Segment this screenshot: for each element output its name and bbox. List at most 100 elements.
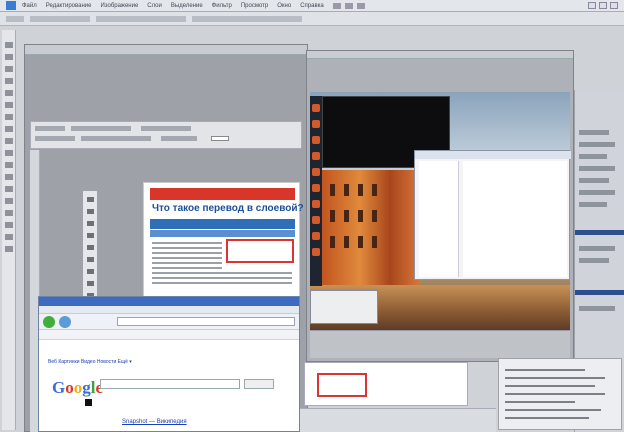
tool-icon[interactable]: [87, 209, 94, 214]
google-tabs[interactable]: Веб Картинки Видео Новости Ещё ▾: [48, 359, 132, 365]
document-titlebar[interactable]: [25, 45, 307, 55]
tool-icon[interactable]: [87, 269, 94, 274]
toolbar-control[interactable]: [35, 126, 65, 131]
window-shape: [358, 184, 363, 196]
panel-row[interactable]: [579, 178, 609, 183]
panel-row[interactable]: [579, 154, 607, 159]
toolbar-icon[interactable]: [356, 2, 365, 9]
address-bar[interactable]: [117, 317, 295, 326]
tool-icon[interactable]: [87, 245, 94, 250]
toolbar-control[interactable]: [35, 136, 75, 141]
tool-icon[interactable]: [5, 246, 13, 252]
menu-item-select[interactable]: Выделение: [171, 3, 203, 9]
app-menubar: Файл Редактирование Изображение Слои Выд…: [0, 0, 624, 12]
toolbar-control[interactable]: [141, 126, 191, 131]
tool-icon[interactable]: [5, 222, 13, 228]
tool-icon[interactable]: [5, 54, 13, 60]
app-icon[interactable]: [312, 184, 320, 192]
toolbar-control[interactable]: [81, 136, 151, 141]
menu-item-filter[interactable]: Фильтр: [212, 3, 232, 9]
menu-item-window[interactable]: Окно: [277, 3, 291, 9]
tool-icon[interactable]: [5, 138, 13, 144]
menu-item-edit[interactable]: Редактирование: [46, 3, 92, 9]
tool-icon[interactable]: [87, 257, 94, 262]
app-icon[interactable]: [312, 136, 320, 144]
toolbar-control[interactable]: [161, 136, 197, 141]
tool-icon[interactable]: [87, 233, 94, 238]
maximize-icon[interactable]: [599, 2, 607, 9]
panel-row[interactable]: [579, 190, 615, 195]
back-icon[interactable]: [43, 316, 55, 328]
tool-icon[interactable]: [5, 150, 13, 156]
app-icon[interactable]: [312, 200, 320, 208]
window-shape: [330, 236, 335, 248]
menu-item-layer[interactable]: Слои: [147, 3, 162, 9]
app-icon[interactable]: [312, 104, 320, 112]
image-titlebar[interactable]: [307, 51, 573, 59]
panel-header[interactable]: [575, 290, 624, 295]
browser-titlebar[interactable]: [39, 297, 299, 306]
window-shape: [372, 210, 377, 222]
explorer-file-list[interactable]: [463, 161, 567, 277]
tool-icon[interactable]: [87, 197, 94, 202]
panel-row[interactable]: [579, 166, 615, 171]
close-icon[interactable]: [610, 2, 618, 9]
panel-row[interactable]: [579, 258, 609, 263]
tool-icon[interactable]: [5, 234, 13, 240]
browser-navbar: [39, 314, 299, 330]
options-field[interactable]: [96, 15, 186, 22]
tool-icon[interactable]: [5, 126, 13, 132]
explorer-titlebar[interactable]: [415, 151, 571, 159]
tool-preset-picker[interactable]: [6, 15, 24, 22]
tool-icon[interactable]: [87, 221, 94, 226]
tool-icon[interactable]: [5, 78, 13, 84]
tool-icon[interactable]: [87, 281, 94, 286]
search-result-link[interactable]: Snapshot — Википедия: [122, 419, 187, 425]
toolbar-field[interactable]: [211, 136, 229, 141]
tool-icon[interactable]: [5, 186, 13, 192]
explorer-folder-tree[interactable]: [419, 161, 459, 277]
panel-header[interactable]: [575, 230, 624, 235]
small-dialog[interactable]: [310, 290, 378, 324]
panel-row[interactable]: [579, 306, 615, 311]
search-button[interactable]: [244, 379, 274, 389]
toolbar-icon[interactable]: [344, 2, 353, 9]
panel-row[interactable]: [579, 142, 615, 147]
forward-icon[interactable]: [59, 316, 71, 328]
tool-icon[interactable]: [5, 114, 13, 120]
tool-icon[interactable]: [5, 162, 13, 168]
layout-app-toolbar: [30, 121, 302, 149]
tool-icon[interactable]: [5, 198, 13, 204]
app-icon[interactable]: [312, 168, 320, 176]
app-icon[interactable]: [312, 152, 320, 160]
panel-row[interactable]: [579, 130, 609, 135]
search-input[interactable]: [100, 379, 240, 389]
app-icon[interactable]: [312, 216, 320, 224]
panel-row[interactable]: [579, 246, 615, 251]
tool-icon[interactable]: [5, 210, 13, 216]
tool-icon[interactable]: [5, 66, 13, 72]
tool-icon[interactable]: [5, 102, 13, 108]
left-tools-strip: [2, 30, 16, 430]
minimize-icon[interactable]: [588, 2, 596, 9]
app-icon[interactable]: [312, 248, 320, 256]
panel-row[interactable]: [579, 202, 607, 207]
menu-item-help[interactable]: Справка: [300, 3, 324, 9]
tool-icon[interactable]: [5, 90, 13, 96]
taskbar-strip: [310, 96, 322, 286]
menu-item-file[interactable]: Файл: [22, 3, 37, 9]
menu-item-image[interactable]: Изображение: [100, 3, 138, 9]
options-field[interactable]: [192, 15, 302, 22]
text-line: [505, 377, 605, 379]
toolbar-control[interactable]: [71, 126, 131, 131]
options-field[interactable]: [30, 15, 90, 22]
toolbar-icon[interactable]: [332, 2, 341, 9]
tool-icon[interactable]: [5, 42, 13, 48]
bottom-status-strip: [300, 408, 496, 432]
window-shape: [358, 210, 363, 222]
tool-icon[interactable]: [5, 174, 13, 180]
app-icon[interactable]: [312, 120, 320, 128]
app-icon[interactable]: [312, 232, 320, 240]
menu-item-view[interactable]: Просмотр: [241, 3, 268, 9]
color-swatch[interactable]: [84, 398, 93, 407]
